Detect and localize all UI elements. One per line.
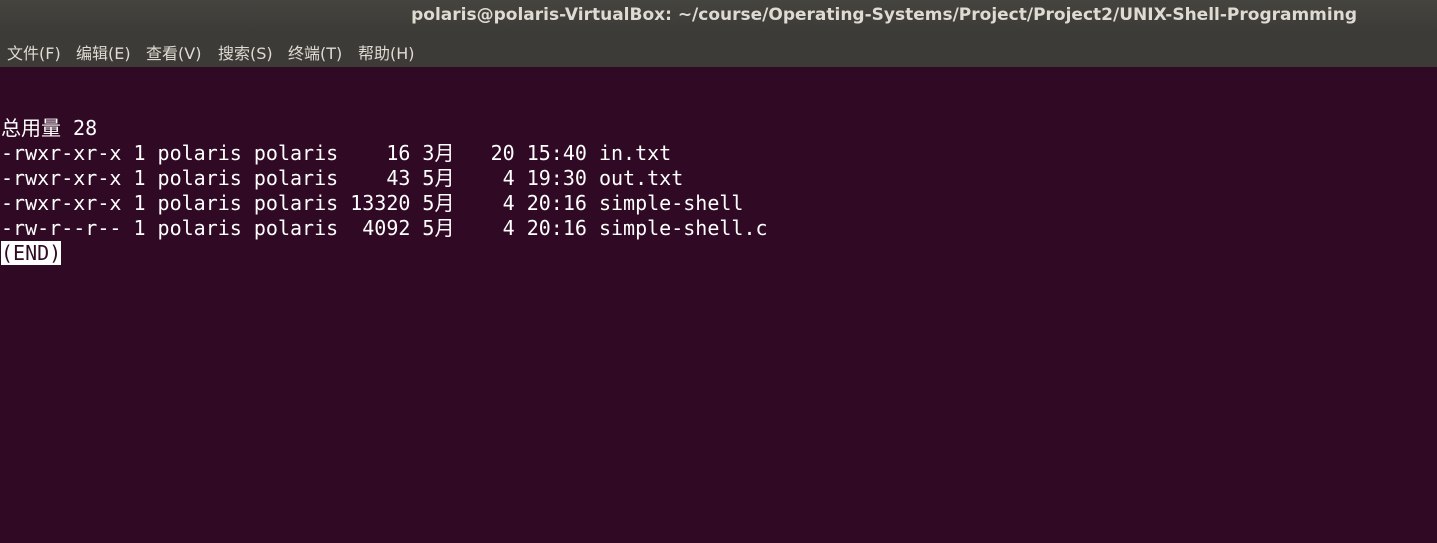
menu-terminal[interactable]: 终端(T) xyxy=(288,40,342,64)
menu-edit[interactable]: 编辑(E) xyxy=(76,40,131,64)
terminal-window: polaris@polaris-VirtualBox: ~/course/Ope… xyxy=(0,0,1437,543)
terminal-output[interactable]: 总用量 28 -rwxr-xr-x 1 polaris polaris 16 3… xyxy=(0,67,1437,543)
menu-view[interactable]: 查看(V) xyxy=(146,40,201,64)
menu-file[interactable]: 文件(F) xyxy=(7,40,61,64)
window-title: polaris@polaris-VirtualBox: ~/course/Ope… xyxy=(411,5,1357,25)
file-listing-line: -rw-r--r-- 1 polaris polaris 4092 5月 4 2… xyxy=(1,216,768,240)
pager-end-prompt: (END) xyxy=(1,241,62,266)
file-listing-line: -rwxr-xr-x 1 polaris polaris 13320 5月 4 … xyxy=(1,191,744,215)
menu-search[interactable]: 搜索(S) xyxy=(218,40,273,64)
total-line: 总用量 28 xyxy=(1,116,98,140)
end-marker: (END) xyxy=(1,241,62,265)
menu-bar: 文件(F) 编辑(E) 查看(V) 搜索(S) 终端(T) 帮助(H) xyxy=(0,33,1437,68)
file-listing-line: -rwxr-xr-x 1 polaris polaris 43 5月 4 19:… xyxy=(1,166,684,190)
file-listing-line: -rwxr-xr-x 1 polaris polaris 16 3月 20 15… xyxy=(1,141,672,165)
menu-help[interactable]: 帮助(H) xyxy=(358,40,415,64)
title-bar[interactable]: polaris@polaris-VirtualBox: ~/course/Ope… xyxy=(0,0,1437,33)
